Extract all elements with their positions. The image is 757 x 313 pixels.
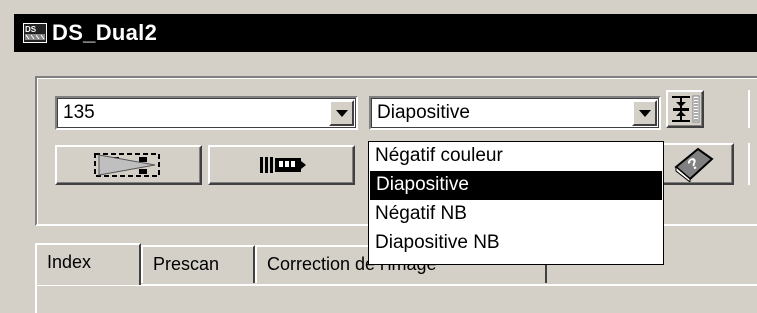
chevron-down-icon[interactable]	[632, 100, 657, 126]
svg-text:?: ?	[685, 155, 702, 175]
help-button[interactable]: ?	[662, 143, 734, 185]
film-type-dropdown-list[interactable]: Négatif couleur Diapositive Négatif NB D…	[368, 141, 664, 265]
svg-text:DS: DS	[25, 25, 37, 34]
film-size-combo[interactable]: 135	[55, 96, 358, 130]
chevron-down-icon[interactable]	[329, 100, 354, 126]
focus-slider-icon	[672, 95, 700, 123]
prescan-play-icon	[94, 153, 160, 177]
help-book-icon: ?	[674, 147, 714, 183]
title-bar[interactable]: DS DS_Dual2	[14, 14, 757, 52]
tab-prescan[interactable]: Prescan	[141, 245, 255, 283]
prescan-button[interactable]	[55, 145, 202, 185]
option-negatif-nb[interactable]: Négatif NB	[369, 200, 663, 229]
toolbar-edge	[748, 90, 757, 128]
tab-index[interactable]: Index	[35, 243, 141, 285]
tab-panel	[35, 286, 757, 313]
film-type-value: Diapositive	[377, 102, 470, 123]
film-advance-button[interactable]	[208, 145, 355, 185]
filmstrip-advance-icon	[260, 157, 306, 173]
autofocus-button[interactable]	[666, 90, 704, 128]
option-negatif-couleur[interactable]: Négatif couleur	[369, 142, 663, 171]
film-size-value: 135	[63, 102, 95, 123]
option-diapositive-nb[interactable]: Diapositive NB	[369, 229, 663, 258]
option-diapositive[interactable]: Diapositive	[370, 171, 662, 200]
scanner-app-icon: DS	[23, 23, 47, 43]
film-type-combo[interactable]: Diapositive	[369, 96, 661, 130]
toolbar-edge	[748, 143, 757, 185]
window-title: DS_Dual2	[52, 20, 158, 45]
